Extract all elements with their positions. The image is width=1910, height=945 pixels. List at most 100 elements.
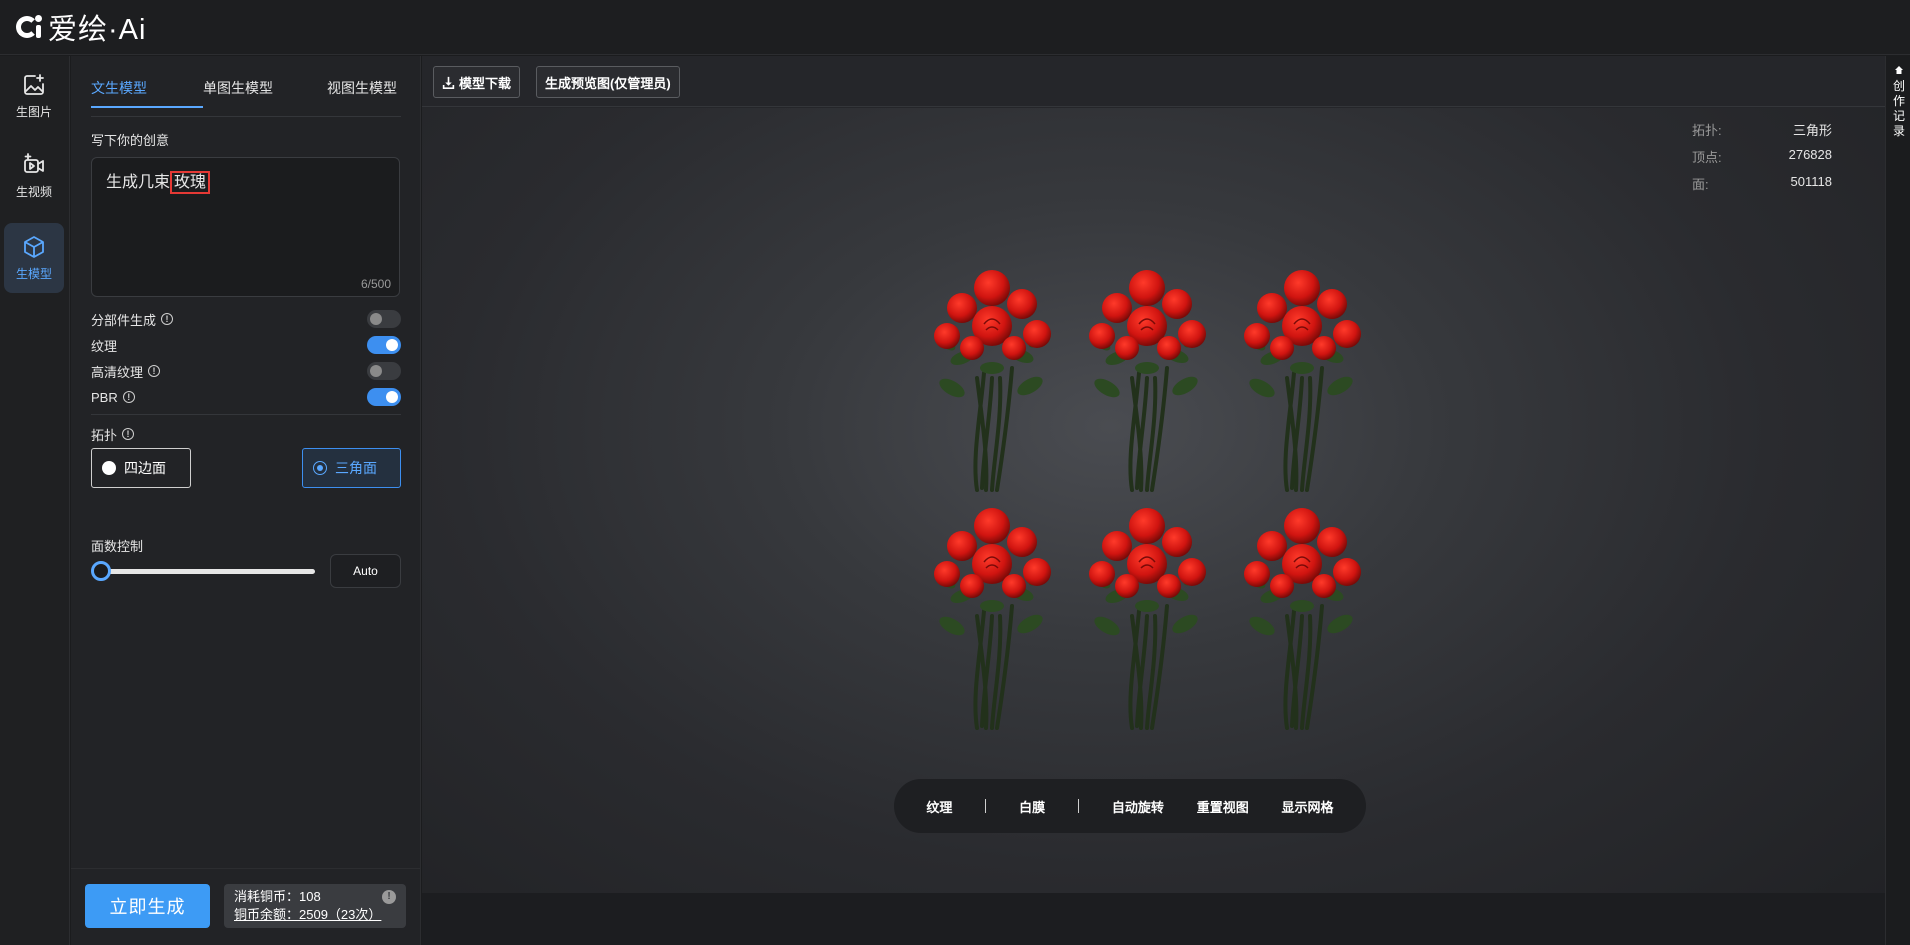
tabs-divider bbox=[91, 116, 401, 117]
panel-footer: 立即生成 消耗铜币：108 铜币余额：2509（23次） ! bbox=[71, 868, 421, 945]
stat-vertices-label: 顶点: bbox=[1692, 150, 1722, 165]
option-hd-texture-label: 高清纹理! bbox=[91, 362, 161, 381]
reset-view-button[interactable]: 重置视图 bbox=[1197, 797, 1249, 816]
settings-panel: 文生模型 单图生模型 视图生模型 写下你的创意 生成几束 玫瑰 6/500 分部件… bbox=[71, 56, 421, 945]
part-generation-toggle[interactable] bbox=[367, 310, 401, 328]
prompt-prefix: 生成几束 bbox=[106, 174, 171, 191]
mode-tabs: 文生模型 单图生模型 视图生模型 bbox=[91, 78, 471, 108]
tab-text-to-model-label: 文生模型 bbox=[91, 80, 147, 96]
tab-views-to-model[interactable]: 视图生模型 bbox=[327, 78, 397, 108]
option-hd-texture-text: 高清纹理 bbox=[91, 364, 144, 380]
home-icon bbox=[1895, 66, 1903, 74]
auto-button[interactable]: Auto bbox=[330, 554, 401, 588]
option-pbr-label: PBR! bbox=[91, 390, 135, 405]
view-controls: 纹理 白膜 自动旋转 重置视图 显示网格 bbox=[894, 779, 1366, 833]
cost-line: 消耗铜币：108 bbox=[234, 889, 321, 904]
topology-label-text: 拓扑 bbox=[91, 427, 118, 443]
stat-faces-value: 501118 bbox=[1790, 174, 1832, 189]
history-tab[interactable]: 创作记录 bbox=[1892, 64, 1906, 139]
section-divider bbox=[91, 414, 401, 415]
nav-generate-model-label: 生模型 bbox=[15, 266, 52, 281]
nav-generate-image[interactable]: 生图片 bbox=[4, 61, 64, 131]
topology-triangle-label: 三角面 bbox=[335, 460, 377, 476]
option-hd-texture: 高清纹理! bbox=[91, 361, 401, 381]
nav-generate-video-label: 生视频 bbox=[15, 184, 52, 199]
face-count-slider-track[interactable] bbox=[101, 569, 315, 574]
topology-triangle-option[interactable]: 三角面 bbox=[302, 448, 401, 488]
info-icon[interactable]: ! bbox=[382, 890, 396, 904]
app-root: 爱绘·Ai 生图片 生视频 生模型 文生模型 单图生模型 视图生模型 写下你的创… bbox=[0, 0, 1910, 945]
info-icon[interactable]: ! bbox=[148, 365, 161, 377]
history-label: 创作记录 bbox=[1892, 79, 1905, 138]
tab-views-to-model-label: 视图生模型 bbox=[327, 80, 397, 96]
model-viewer: 模型下载 生成预览图(仅管理员) 拓扑: 三角形 顶点: 276828 面: 5011… bbox=[422, 56, 1885, 945]
stat-topology-value: 三角形 bbox=[1792, 123, 1832, 138]
rose-bouquets-model bbox=[932, 268, 1363, 730]
auto-rotate-button[interactable]: 自动旋转 bbox=[1112, 797, 1164, 816]
stat-faces-label: 面: bbox=[1692, 177, 1709, 192]
generate-preview-button[interactable]: 生成预览图(仅管理员) bbox=[536, 66, 680, 98]
app-logo[interactable]: 爱绘·Ai bbox=[16, 6, 146, 48]
generate-button[interactable]: 立即生成 bbox=[85, 884, 210, 928]
stat-vertices: 顶点: 276828 bbox=[1692, 147, 1832, 174]
cost-info: 消耗铜币：108 铜币余额：2509（23次） ! bbox=[224, 884, 406, 928]
texture-toggle[interactable] bbox=[367, 336, 401, 354]
topology-quad-option[interactable]: 四边面 bbox=[91, 448, 191, 488]
topology-label: 拓扑! bbox=[91, 425, 135, 444]
logo-text: 爱绘·Ai bbox=[48, 14, 147, 46]
3d-viewport[interactable]: 拓扑: 三角形 顶点: 276828 面: 501118 纹理 白膜 自动旋转 … bbox=[422, 108, 1885, 945]
info-icon[interactable]: ! bbox=[122, 428, 135, 440]
download-model-label: 模型下载 bbox=[459, 75, 512, 91]
option-part-generation: 分部件生成! bbox=[91, 309, 401, 329]
show-grid-button[interactable]: 显示网格 bbox=[1282, 797, 1334, 816]
tab-image-to-model[interactable]: 单图生模型 bbox=[203, 78, 327, 108]
download-model-button[interactable]: 模型下载 bbox=[433, 66, 521, 98]
tab-image-to-model-label: 单图生模型 bbox=[203, 80, 273, 96]
option-texture: 纹理 bbox=[91, 335, 401, 355]
pbr-toggle[interactable] bbox=[367, 388, 401, 406]
view-white-model-button[interactable]: 白膜 bbox=[1019, 797, 1045, 816]
history-strip[interactable]: 创作记录 bbox=[1885, 56, 1910, 945]
top-header: 爱绘·Ai bbox=[0, 0, 1910, 55]
option-pbr-text: PBR bbox=[91, 389, 118, 405]
face-count-slider-thumb[interactable] bbox=[91, 561, 111, 581]
prompt-text: 生成几束 玫瑰 bbox=[106, 168, 211, 194]
stat-topology: 拓扑: 三角形 bbox=[1692, 120, 1832, 147]
prompt-textarea[interactable]: 生成几束 玫瑰 6/500 bbox=[91, 157, 400, 297]
nav-generate-video[interactable]: 生视频 bbox=[4, 141, 64, 211]
cube-icon bbox=[24, 235, 44, 258]
option-part-generation-text: 分部件生成 bbox=[91, 312, 157, 328]
image-plus-icon bbox=[24, 73, 44, 95]
viewport-bottom-bar bbox=[422, 893, 1885, 945]
topology-label-row: 拓扑! bbox=[91, 424, 135, 444]
hd-texture-toggle[interactable] bbox=[367, 362, 401, 380]
view-texture-button[interactable]: 纹理 bbox=[926, 797, 952, 816]
option-part-generation-label: 分部件生成! bbox=[91, 310, 174, 329]
viewer-toolbar: 模型下载 生成预览图(仅管理员) bbox=[422, 56, 1885, 107]
generate-preview-label: 生成预览图(仅管理员) bbox=[545, 75, 671, 91]
option-pbr: PBR! bbox=[91, 387, 401, 407]
video-plus-icon bbox=[24, 152, 44, 173]
stat-topology-label: 拓扑: bbox=[1692, 123, 1722, 138]
radio-dot-icon bbox=[102, 461, 116, 475]
option-texture-label: 纹理 bbox=[91, 336, 117, 355]
tab-text-to-model[interactable]: 文生模型 bbox=[91, 78, 203, 108]
stat-faces: 面: 501118 bbox=[1692, 174, 1832, 201]
prompt-char-counter: 6/500 bbox=[360, 277, 391, 291]
option-texture-text: 纹理 bbox=[91, 338, 118, 354]
separator bbox=[1077, 799, 1079, 813]
prompt-label: 写下你的创意 bbox=[91, 133, 170, 148]
prompt-highlight: 玫瑰 bbox=[170, 171, 211, 194]
face-control-label: 面数控制 bbox=[91, 539, 144, 554]
logo-mark-icon bbox=[16, 13, 44, 41]
nav-generate-image-label: 生图片 bbox=[15, 104, 52, 119]
stat-vertices-value: 276828 bbox=[1788, 147, 1832, 162]
separator bbox=[985, 799, 987, 813]
nav-generate-model[interactable]: 生模型 bbox=[4, 223, 64, 293]
info-icon[interactable]: ! bbox=[161, 313, 174, 325]
info-icon[interactable]: ! bbox=[122, 391, 135, 403]
left-nav-rail: 生图片 生视频 生模型 bbox=[0, 56, 70, 945]
model-stats: 拓扑: 三角形 顶点: 276828 面: 501118 bbox=[1692, 120, 1832, 201]
balance-link[interactable]: 铜币余额：2509（23次） bbox=[234, 906, 396, 924]
download-icon bbox=[442, 76, 455, 89]
